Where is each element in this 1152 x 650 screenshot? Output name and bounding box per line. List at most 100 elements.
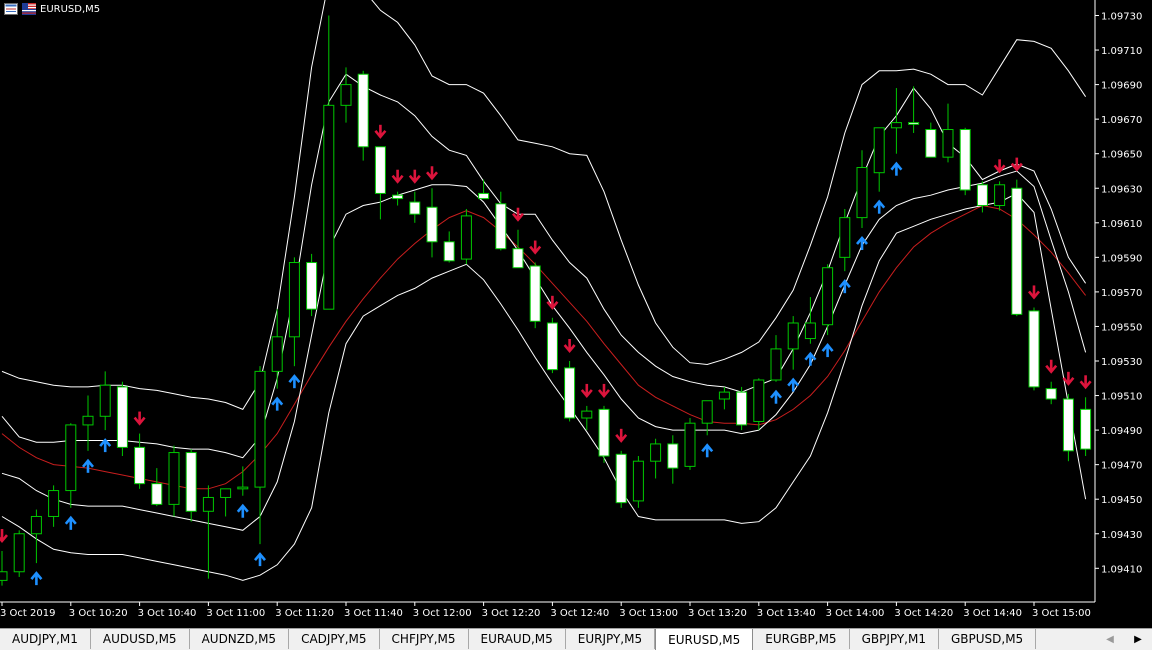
bear-candle-body [564, 367, 576, 419]
price-tick-label: 1.09490 [1101, 426, 1142, 437]
time-tick-label: 3 Oct 14:20 [894, 608, 953, 619]
time-tick-label: 3 Oct 13:00 [619, 608, 678, 619]
price-tick-label: 1.09530 [1101, 357, 1142, 368]
price-tick-label: 1.09670 [1101, 115, 1142, 126]
price-tick-label: 1.09450 [1101, 495, 1142, 506]
bear-candle-body [512, 248, 524, 269]
time-tick-label: 3 Oct 11:40 [344, 608, 403, 619]
bear-candle-body [736, 391, 748, 426]
bull-candle-body [632, 460, 644, 502]
bull-candle-body [13, 533, 25, 573]
bull-candle-body [168, 452, 180, 505]
tab-scroll-left-button[interactable]: ◀ [1096, 629, 1124, 650]
bull-candle-body [753, 379, 765, 422]
candle [1028, 307, 1040, 391]
time-tick-label: 3 Oct 12:40 [550, 608, 609, 619]
bear-candle-body [426, 206, 438, 243]
bull-candle-body [718, 391, 730, 400]
bull-candle-body [994, 184, 1006, 207]
bull-candle-body [288, 262, 300, 338]
tab-eurjpy-m5[interactable]: EURJPY,M5 [566, 629, 656, 649]
candle [684, 418, 696, 470]
bull-candle-body [890, 122, 902, 129]
candle [736, 386, 748, 431]
bull-candle-body [220, 488, 232, 498]
price-tick-label: 1.09410 [1101, 564, 1142, 575]
bear-candle-body [495, 203, 507, 250]
bear-candle-body [151, 483, 163, 505]
chart-tab-bar: AUDJPY,M1 AUDUSD,M5 AUDNZD,M5 CADJPY,M5 CHFJ… [0, 628, 1152, 650]
bear-candle-body [374, 146, 386, 194]
candle [822, 264, 834, 336]
bear-candle-body [959, 129, 971, 191]
bear-candle-body [667, 443, 679, 469]
bear-candle-body [1045, 388, 1057, 400]
time-tick-label: 3 Oct 11:20 [275, 608, 334, 619]
tab-chfjpy-m5[interactable]: CHFJPY,M5 [380, 629, 469, 649]
bear-candle-body [134, 446, 146, 485]
price-tick-label: 1.09430 [1101, 530, 1142, 541]
bull-candle-body [839, 217, 851, 258]
candle [632, 456, 644, 508]
time-tick-label: 3 Oct 12:00 [413, 608, 472, 619]
bull-candle-body [581, 410, 593, 419]
time-tick-label: 3 Oct 10:20 [69, 608, 128, 619]
candle [529, 262, 541, 329]
bull-candle-body [48, 490, 60, 517]
time-tick-label: 3 Oct 14:00 [826, 608, 885, 619]
bull-candle-body [460, 215, 472, 260]
candle [959, 127, 971, 196]
price-tick-label: 1.09470 [1101, 461, 1142, 472]
bull-candle-body [804, 322, 816, 340]
bull-candle-body [701, 400, 713, 424]
tab-gbpjpy-m1[interactable]: GBPJPY,M1 [850, 629, 939, 649]
bear-candle-body [1028, 310, 1040, 388]
bull-candle-body [254, 370, 266, 488]
bull-candle-body [323, 104, 335, 310]
bull-candle-body [99, 384, 111, 417]
chart-background [0, 0, 1152, 628]
bull-candle-body [65, 424, 77, 492]
bear-candle-body [529, 265, 541, 322]
bear-candle-body [925, 129, 937, 158]
time-tick-label: 3 Oct 15:00 [1032, 608, 1091, 619]
tab-scroll-right-button[interactable]: ▶ [1124, 629, 1152, 650]
time-tick-label: 3 Oct 14:40 [963, 608, 1022, 619]
bull-candle-body [942, 129, 954, 158]
bull-candle-body [873, 127, 885, 174]
price-tick-label: 1.09630 [1101, 184, 1142, 195]
bear-candle-body [478, 192, 490, 200]
candle [116, 381, 128, 457]
tab-audjpy-m1[interactable]: AUDJPY,M1 [0, 629, 91, 649]
price-tick-label: 1.09710 [1101, 46, 1142, 57]
price-tick-label: 1.09690 [1101, 81, 1142, 92]
bear-candle-body [1080, 408, 1092, 450]
candle [1011, 179, 1023, 317]
bull-candle-body [237, 486, 249, 490]
bull-candle-body [650, 443, 662, 462]
time-tick-label: 3 Oct 11:00 [206, 608, 265, 619]
tab-audusd-m5[interactable]: AUDUSD,M5 [91, 629, 190, 649]
bear-candle-body [976, 184, 988, 207]
tab-euraud-m5[interactable]: EURAUD,M5 [469, 629, 566, 649]
bear-candle-body [598, 408, 610, 457]
candle [564, 361, 576, 422]
tab-gbpusd-m5[interactable]: GBPUSD,M5 [939, 629, 1037, 649]
bull-candle-body [271, 336, 283, 372]
candle [13, 530, 25, 577]
tab-cadjpy-m5[interactable]: CADJPY,M5 [289, 629, 380, 649]
candle [546, 317, 558, 374]
tab-audnzd-m5[interactable]: AUDNZD,M5 [190, 629, 290, 649]
bear-candle-body [409, 201, 421, 215]
bull-candle-body [202, 496, 214, 512]
candle [357, 70, 369, 161]
chart-window-icon[interactable] [4, 3, 18, 15]
price-chart[interactable]: 1.09730 1.09710 1.09690 1.09670 1.09650 1.096… [0, 0, 1152, 628]
tab-eurgbp-m5[interactable]: EURGBP,M5 [753, 629, 850, 649]
tab-eurusd-m5[interactable]: EURUSD,M5 [655, 629, 754, 650]
bull-candle-body [82, 415, 94, 426]
price-tick-label: 1.09510 [1101, 392, 1142, 403]
chart-title-bar: EURUSD,M5 [4, 2, 100, 16]
candle [185, 449, 197, 522]
candle [615, 450, 627, 508]
